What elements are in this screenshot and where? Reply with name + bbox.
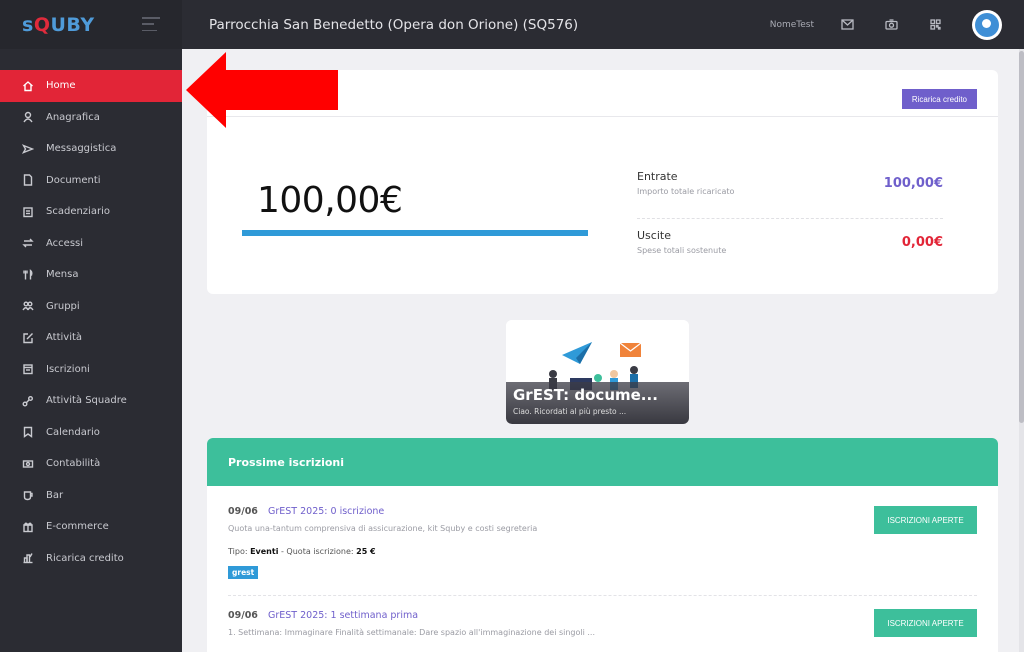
scrollbar-thumb[interactable] <box>1019 51 1024 423</box>
expense-value: 0,00€ <box>901 235 943 250</box>
sidebar-item-label: Documenti <box>46 174 101 186</box>
teams-icon <box>22 395 34 407</box>
sidebar-item-scadenziario[interactable]: Scadenziario <box>0 196 182 228</box>
sidebar-item-label: Calendario <box>46 426 100 438</box>
app-logo[interactable]: sQUBY <box>22 14 95 36</box>
sidebar-item-label: Contabilità <box>46 458 101 470</box>
registration-tag: grest <box>228 566 259 579</box>
sidebar-item-label: Attività <box>46 332 83 344</box>
registration-name-link[interactable]: GrEST 2025: 0 iscrizione <box>268 506 384 517</box>
registration-name-link[interactable]: GrEST 2025: 1 settimana prima <box>268 610 418 621</box>
sidebar-item-label: Iscrizioni <box>46 363 90 375</box>
menu-toggle-icon[interactable] <box>142 17 160 31</box>
upcoming-registrations-panel: Prossime iscrizioni 09/06 GrEST 2025: 0 … <box>207 438 998 652</box>
avatar-image <box>975 12 999 37</box>
registration-type: Tipo: Eventi - Quota iscrizione: 25 € <box>228 547 376 556</box>
income-subtitle: Importo totale ricaricato <box>637 187 735 196</box>
chart-icon <box>22 552 34 564</box>
sidebar-item-gruppi[interactable]: Gruppi <box>0 291 182 323</box>
swap-icon <box>22 237 34 249</box>
sidebar-item-anagrafica[interactable]: Anagrafica <box>0 102 182 134</box>
form-icon <box>22 363 34 375</box>
page-scrollbar[interactable] <box>1019 49 1024 652</box>
gift-icon <box>22 521 34 533</box>
user-icon <box>22 111 34 123</box>
credit-balance: 100,00€ <box>257 180 403 221</box>
sidebar-item-contabilita[interactable]: Contabilità <box>0 448 182 480</box>
sidebar-item-documenti[interactable]: Documenti <box>0 165 182 197</box>
cup-icon <box>22 489 34 501</box>
avatar[interactable] <box>972 9 1002 40</box>
sidebar-item-label: Accessi <box>46 237 84 249</box>
sidebar: Home Anagrafica Messaggistica Documenti … <box>0 49 182 652</box>
registration-item: 09/06 GrEST 2025: 1 settimana prima 1. S… <box>228 596 977 652</box>
expense-title: Uscite <box>637 229 671 242</box>
balance-progress-bar <box>242 230 588 236</box>
sidebar-item-attivita-squadre[interactable]: Attività Squadre <box>0 385 182 417</box>
sidebar-item-label: Attività Squadre <box>46 395 127 407</box>
sidebar-item-label: E-commerce <box>46 521 109 533</box>
group-icon <box>22 300 34 312</box>
sidebar-item-label: Ricarica credito <box>46 552 124 564</box>
sidebar-item-iscrizioni[interactable]: Iscrizioni <box>0 354 182 386</box>
money-icon <box>22 458 34 470</box>
brand-area: sQUBY <box>0 0 182 49</box>
income-title: Entrate <box>637 170 678 183</box>
bookmark-icon <box>22 426 34 439</box>
registration-date: 09/06 <box>228 610 258 621</box>
sidebar-item-label: Mensa <box>46 269 79 281</box>
sidebar-item-label: Anagrafica <box>46 111 100 123</box>
credit-stats: Entrate Importo totale ricaricato 100,00… <box>637 167 943 269</box>
sidebar-item-home[interactable]: Home <box>0 70 182 102</box>
qr-code-icon[interactable] <box>928 18 942 32</box>
news-title: GrEST: docume... <box>513 386 658 404</box>
sidebar-item-label: Home <box>46 80 76 92</box>
username[interactable]: NomeTest <box>770 20 814 30</box>
expense-row: Uscite Spese totali sostenute 0,00€ <box>637 218 943 269</box>
mail-icon[interactable] <box>840 18 854 32</box>
sidebar-item-accessi[interactable]: Accessi <box>0 228 182 260</box>
registration-description: 1. Settimana: Immaginare Finalità settim… <box>228 628 596 637</box>
document-icon <box>22 174 34 186</box>
sidebar-item-attivita[interactable]: Attività <box>0 322 182 354</box>
home-icon <box>22 80 34 92</box>
top-right-tools: NomeTest <box>770 0 1024 49</box>
registration-date: 09/06 <box>228 506 258 517</box>
sidebar-item-ricarica-credito[interactable]: Ricarica credito <box>0 543 182 575</box>
news-subtitle: Ciao. Ricordati al più presto ... <box>513 407 627 416</box>
news-card[interactable]: GrEST: docume... Ciao. Ricordati al più … <box>506 320 689 424</box>
registrations-open-button[interactable]: ISCRIZIONI APERTE <box>874 506 977 534</box>
registration-item: 09/06 GrEST 2025: 0 iscrizione Quota una… <box>228 486 977 596</box>
registrations-open-button[interactable]: ISCRIZIONI APERTE <box>874 609 977 637</box>
sidebar-item-label: Scadenziario <box>46 206 110 218</box>
sidebar-item-messaggistica[interactable]: Messaggistica <box>0 133 182 165</box>
income-row: Entrate Importo totale ricaricato 100,00… <box>637 167 943 218</box>
sidebar-item-calendario[interactable]: Calendario <box>0 417 182 449</box>
registration-description: Quota una-tantum comprensiva di assicura… <box>228 524 538 533</box>
send-icon <box>22 143 34 155</box>
sidebar-item-mensa[interactable]: Mensa <box>0 259 182 291</box>
sidebar-item-label: Messaggistica <box>46 143 117 155</box>
calendar-list-icon <box>22 206 34 218</box>
parish-title: Parrocchia San Benedetto (Opera don Orio… <box>209 16 579 33</box>
cutlery-icon <box>22 268 34 281</box>
camera-icon[interactable] <box>884 18 898 32</box>
top-bar: sQUBY Parrocchia San Benedetto (Opera do… <box>0 0 1024 49</box>
sidebar-item-bar[interactable]: Bar <box>0 480 182 512</box>
edit-icon <box>22 332 34 344</box>
sidebar-item-ecommerce[interactable]: E-commerce <box>0 511 182 543</box>
recharge-credit-button[interactable]: Ricarica credito <box>901 89 977 109</box>
sidebar-item-label: Gruppi <box>46 300 80 312</box>
registrations-header: Prossime iscrizioni <box>207 438 998 486</box>
annotation-arrow-icon <box>186 52 338 128</box>
expense-subtitle: Spese totali sostenute <box>637 246 727 255</box>
sidebar-item-label: Bar <box>46 489 64 501</box>
income-value: 100,00€ <box>883 176 943 191</box>
